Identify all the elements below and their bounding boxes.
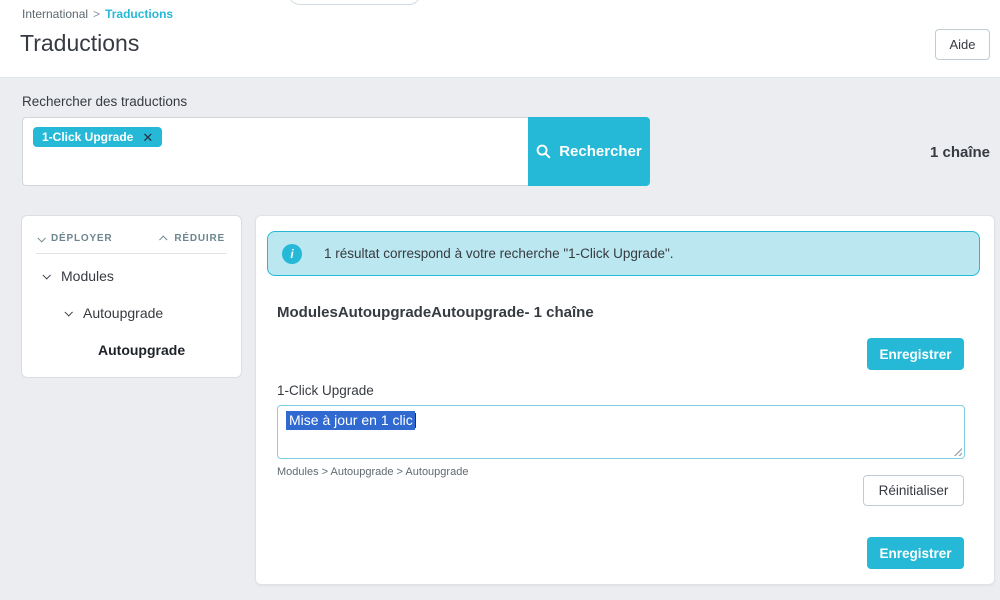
- expand-all-label: DÉPLOYER: [51, 233, 113, 244]
- reset-button[interactable]: Réinitialiser: [863, 475, 964, 506]
- info-icon: i: [282, 243, 302, 264]
- collapse-all-button[interactable]: RÉDUIRE: [159, 233, 225, 244]
- help-button[interactable]: Aide: [935, 29, 990, 60]
- tree-controls: DÉPLOYER RÉDUIRE: [22, 216, 241, 253]
- search-result-alert: i 1 résultat correspond à votre recherch…: [267, 231, 980, 276]
- search-icon: [536, 144, 551, 159]
- text-cursor: [414, 413, 416, 428]
- chevron-up-icon: [159, 234, 168, 244]
- translation-tree-panel: DÉPLOYER RÉDUIRE Modules Autoupgrade Aut…: [21, 215, 242, 378]
- selected-text: Mise à jour en 1 clic: [286, 411, 415, 430]
- breadcrumb-separator: >: [93, 7, 101, 21]
- global-search-bar-partial[interactable]: [288, 0, 421, 5]
- search-tag-label: 1-Click Upgrade: [42, 130, 134, 144]
- tree-item-modules[interactable]: Modules: [22, 268, 241, 284]
- chevron-down-icon: [37, 233, 46, 243]
- expand-all-button[interactable]: DÉPLOYER: [37, 233, 113, 244]
- save-button-bottom[interactable]: Enregistrer: [867, 537, 964, 569]
- resize-handle-icon[interactable]: [952, 446, 962, 456]
- chevron-down-icon: [64, 308, 73, 317]
- search-section-label: Rechercher des traductions: [22, 94, 188, 109]
- save-button-top[interactable]: Enregistrer: [867, 338, 964, 370]
- tree-item-label: Autoupgrade: [98, 342, 186, 358]
- translation-tree: Modules Autoupgrade Autoupgrade: [22, 254, 241, 358]
- translations-page: International > Traductions Traductions Ai…: [0, 0, 1000, 600]
- search-tag-input[interactable]: 1-Click Upgrade ✕: [22, 117, 528, 186]
- breadcrumb-parent[interactable]: International: [22, 7, 88, 21]
- breadcrumb: International > Traductions: [22, 7, 173, 21]
- translation-field-label: 1-Click Upgrade: [277, 383, 374, 398]
- result-group-title: ModulesAutoupgradeAutoupgrade- 1 chaîne: [277, 304, 594, 321]
- tree-item-autoupgrade-leaf[interactable]: Autoupgrade: [22, 342, 241, 358]
- collapse-all-label: RÉDUIRE: [174, 233, 225, 244]
- page-title: Traductions: [20, 30, 140, 56]
- string-count: 1 chaîne: [929, 144, 990, 161]
- breadcrumb-current[interactable]: Traductions: [105, 7, 173, 21]
- translation-results-panel: i 1 résultat correspond à votre recherch…: [255, 215, 995, 585]
- chevron-down-icon: [42, 271, 51, 280]
- tree-item-label: Modules: [61, 268, 114, 284]
- tree-item-autoupgrade[interactable]: Autoupgrade: [22, 305, 241, 321]
- search-button-label: Rechercher: [559, 143, 642, 160]
- page-header: International > Traductions Traductions Ai…: [0, 0, 1000, 78]
- search-tag: 1-Click Upgrade ✕: [33, 127, 163, 147]
- search-button[interactable]: Rechercher: [528, 117, 650, 186]
- translation-textarea[interactable]: Mise à jour en 1 clic: [277, 405, 965, 459]
- tag-remove-icon[interactable]: ✕: [142, 131, 153, 144]
- alert-message: 1 résultat correspond à votre recherche …: [324, 246, 674, 261]
- tree-item-label: Autoupgrade: [83, 305, 164, 321]
- translation-field-path: Modules > Autoupgrade > Autoupgrade: [277, 466, 469, 478]
